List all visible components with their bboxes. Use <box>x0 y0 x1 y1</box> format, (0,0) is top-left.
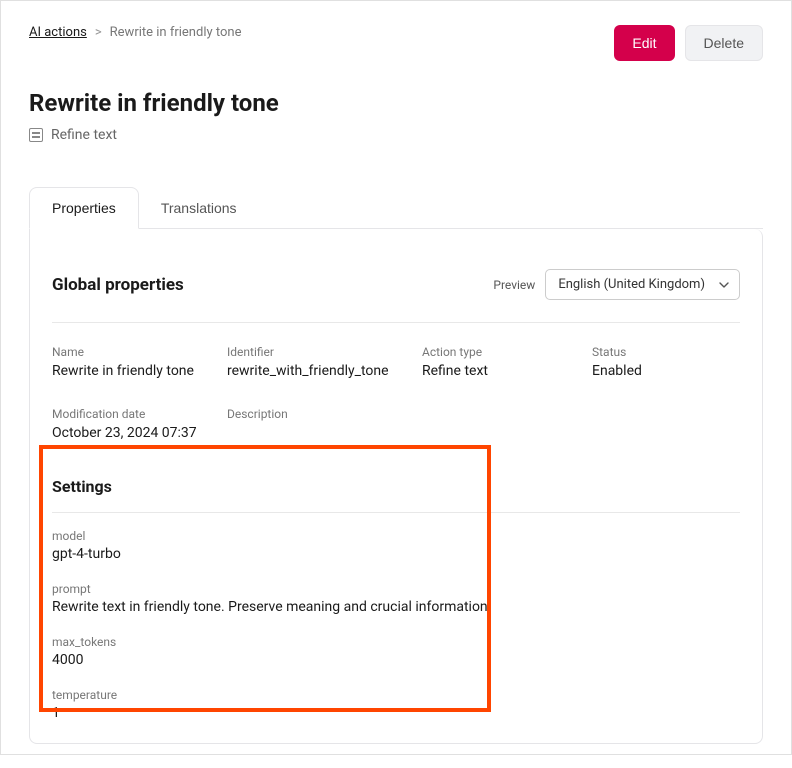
setting-model: model gpt-4-turbo <box>52 529 740 562</box>
prop-status-label: Status <box>592 345 742 359</box>
prop-status: Status Enabled <box>592 345 742 379</box>
preview-language-value: English (United Kingdom) <box>558 277 705 292</box>
setting-model-value: gpt-4-turbo <box>52 546 740 562</box>
tab-translations[interactable]: Translations <box>139 187 259 228</box>
prop-identifier: Identifier rewrite_with_friendly_tone <box>227 345 422 379</box>
delete-button[interactable]: Delete <box>685 25 763 61</box>
setting-model-label: model <box>52 529 740 543</box>
tab-properties[interactable]: Properties <box>29 187 139 229</box>
preview-language-select[interactable]: English (United Kingdom) <box>545 269 740 300</box>
breadcrumb-current: Rewrite in friendly tone <box>110 25 242 40</box>
prop-status-value: Enabled <box>592 363 742 379</box>
breadcrumb: AI actions > Rewrite in friendly tone <box>29 25 241 40</box>
page-subtitle: Refine text <box>29 127 763 143</box>
prop-mod-date: Modification date October 23, 2024 07:37 <box>52 407 227 441</box>
prop-action-type-value: Refine text <box>422 363 592 379</box>
preview-label: Preview <box>493 278 535 292</box>
prop-action-type: Action type Refine text <box>422 345 592 379</box>
setting-prompt-label: prompt <box>52 582 740 596</box>
prop-description-label: Description <box>227 407 422 421</box>
breadcrumb-root-link[interactable]: AI actions <box>29 25 87 40</box>
prop-description: Description <box>227 407 422 441</box>
setting-temperature-label: temperature <box>52 688 740 702</box>
chevron-down-icon <box>719 280 729 290</box>
prop-name: Name Rewrite in friendly tone <box>52 345 227 379</box>
page-actions: Edit Delete <box>614 25 763 61</box>
prop-name-label: Name <box>52 345 227 359</box>
page-title: Rewrite in friendly tone <box>29 89 763 117</box>
breadcrumb-separator: > <box>95 25 102 40</box>
settings-heading: Settings <box>52 477 740 512</box>
setting-temperature-value: 1 <box>52 705 740 721</box>
setting-max-tokens-label: max_tokens <box>52 635 740 649</box>
prop-mod-date-value: October 23, 2024 07:37 <box>52 425 227 441</box>
setting-prompt-value: Rewrite text in friendly tone. Preserve … <box>52 599 740 615</box>
prop-action-type-label: Action type <box>422 345 592 359</box>
subtitle-text: Refine text <box>51 127 117 143</box>
setting-prompt: prompt Rewrite text in friendly tone. Pr… <box>52 582 740 615</box>
prop-name-value: Rewrite in friendly tone <box>52 363 227 379</box>
setting-max-tokens-value: 4000 <box>52 652 740 668</box>
setting-max-tokens: max_tokens 4000 <box>52 635 740 668</box>
tab-bar: Properties Translations <box>29 187 763 229</box>
properties-panel: Global properties Preview English (Unite… <box>29 229 763 744</box>
setting-temperature: temperature 1 <box>52 688 740 721</box>
prop-mod-date-label: Modification date <box>52 407 227 421</box>
edit-button[interactable]: Edit <box>614 25 674 61</box>
prop-identifier-value: rewrite_with_friendly_tone <box>227 363 422 379</box>
global-properties-heading: Global properties <box>52 275 184 295</box>
refine-text-icon <box>29 128 43 142</box>
prop-identifier-label: Identifier <box>227 345 422 359</box>
